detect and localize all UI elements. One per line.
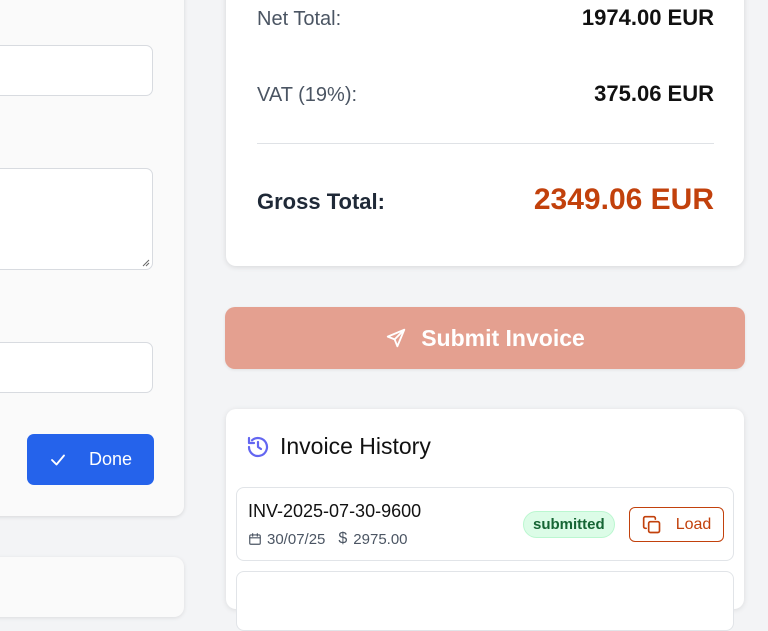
- net-total-label: Net Total:: [257, 8, 342, 30]
- calendar-icon: [248, 532, 262, 546]
- vat-value: 375.06 EUR: [594, 81, 714, 106]
- totals-card: Net Total: 1974.00 EUR VAT (19%): 375.06…: [226, 0, 744, 266]
- net-total-value: 1974.00 EUR: [581, 5, 714, 30]
- totals-divider: [257, 143, 714, 144]
- gross-total-value: 2349.06 EUR: [533, 183, 714, 216]
- status-badge: submitted: [523, 511, 615, 538]
- load-invoice-button[interactable]: Load: [629, 507, 724, 542]
- load-button-label: Load: [675, 515, 712, 533]
- form-textarea[interactable]: [0, 168, 153, 270]
- invoice-meta: 30/07/25 $ 2975.00: [248, 530, 408, 548]
- net-total-row: Net Total: 1974.00 EUR: [257, 5, 714, 31]
- dollar-icon: $: [338, 530, 348, 547]
- done-button[interactable]: Done: [27, 434, 154, 485]
- submit-invoice-label: Submit Invoice: [421, 324, 585, 351]
- form-text-input-2[interactable]: [0, 342, 153, 393]
- history-title: Invoice History: [280, 433, 431, 459]
- vat-row: VAT (19%): 375.06 EUR: [257, 81, 714, 107]
- done-button-label: Done: [88, 449, 133, 469]
- vat-label: VAT (19%):: [257, 84, 358, 106]
- invoice-id: INV-2025-07-30-9600: [248, 501, 422, 521]
- form-card-secondary: [0, 557, 184, 617]
- gross-total-label: Gross Total:: [257, 189, 385, 214]
- history-header: Invoice History: [246, 433, 431, 460]
- invoice-date: 30/07/25: [267, 530, 326, 548]
- check-icon: [51, 454, 65, 465]
- send-icon: [387, 328, 406, 348]
- invoice-history-card: Invoice History INV-2025-07-30-9600 30/0…: [226, 409, 744, 631]
- gross-total-row: Gross Total: 2349.06 EUR: [257, 183, 714, 217]
- invoice-amount: 2975.00: [353, 530, 408, 548]
- history-list-item-2: [236, 571, 734, 631]
- submit-invoice-button[interactable]: Submit Invoice: [225, 307, 745, 369]
- copy-icon: [642, 515, 661, 533]
- history-list-item: INV-2025-07-30-9600 30/07/25 $ 2975.00 s…: [236, 487, 734, 561]
- form-text-input[interactable]: [0, 45, 153, 96]
- history-icon: [247, 436, 269, 457]
- resize-handle-icon[interactable]: [142, 259, 150, 267]
